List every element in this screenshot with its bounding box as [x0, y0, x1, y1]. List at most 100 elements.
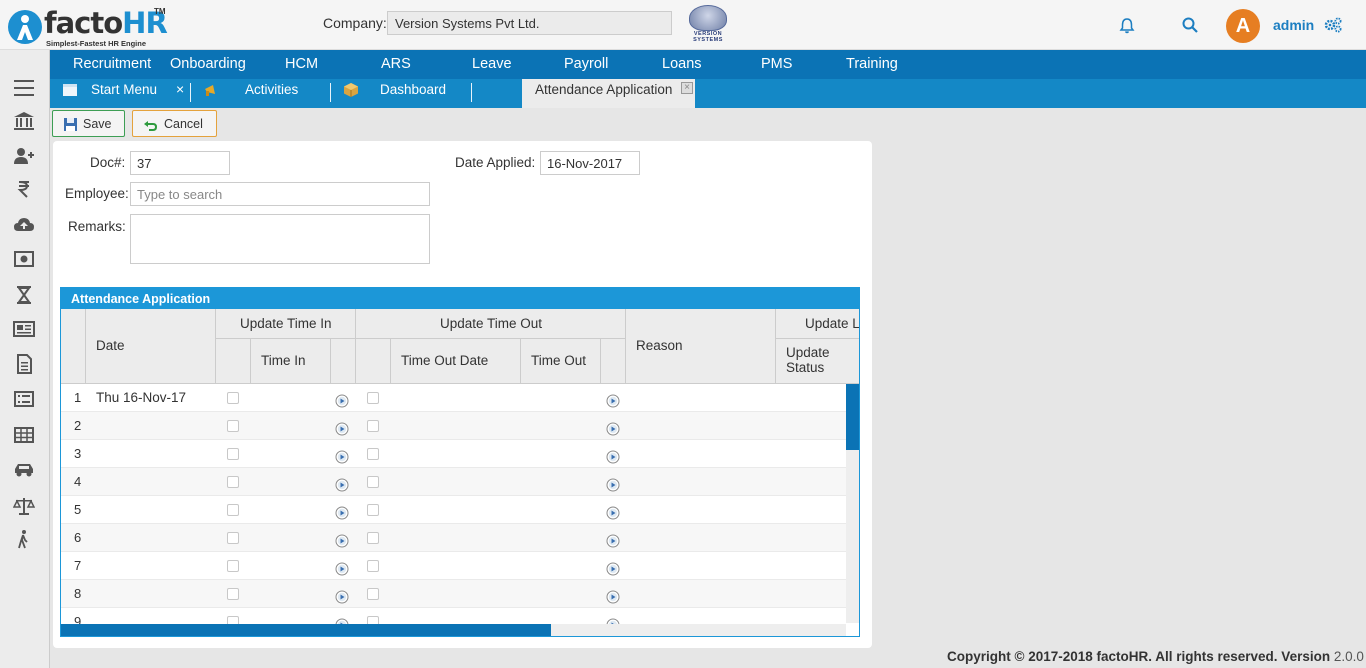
time-picker-icon[interactable] — [335, 450, 349, 464]
bank-icon[interactable] — [13, 111, 35, 131]
table-row[interactable]: 8 — [61, 580, 846, 608]
menu-item-hcm[interactable]: HCM — [285, 56, 318, 72]
save-button[interactable]: Save — [52, 110, 125, 137]
grid-header-time-in[interactable]: Time In — [251, 339, 331, 384]
time-picker-icon[interactable] — [606, 590, 620, 604]
car-icon[interactable] — [13, 459, 35, 479]
update-time-in-checkbox[interactable] — [227, 476, 239, 488]
avatar[interactable]: A — [1226, 9, 1260, 43]
username[interactable]: admin — [1273, 17, 1314, 33]
table-row[interactable]: 5 — [61, 496, 846, 524]
time-picker-icon[interactable] — [606, 422, 620, 436]
cloud-upload-icon[interactable] — [13, 215, 35, 235]
update-time-out-checkbox[interactable] — [367, 476, 379, 488]
walking-person-icon[interactable] — [13, 529, 35, 549]
table-icon[interactable] — [13, 425, 35, 445]
menu-item-payroll[interactable]: Payroll — [564, 56, 608, 72]
grid-horizontal-scrollbar[interactable] — [61, 624, 846, 636]
update-time-out-checkbox[interactable] — [367, 420, 379, 432]
tab-dashboard[interactable]: Dashboard — [331, 79, 521, 108]
row-date[interactable]: Thu 16-Nov-17 — [96, 390, 186, 405]
company-select[interactable]: Version Systems Pvt Ltd. — [387, 11, 672, 35]
menu-item-recruitment[interactable]: Recruitment — [73, 56, 151, 72]
update-time-out-checkbox[interactable] — [367, 504, 379, 516]
remarks-label: Remarks: — [68, 219, 126, 234]
grid-vertical-scrollbar[interactable] — [846, 384, 859, 623]
time-picker-icon[interactable] — [606, 478, 620, 492]
facto-hr-logo[interactable]: factoHR TM Simplest-Fastest HR Engine — [6, 6, 168, 48]
update-time-out-checkbox[interactable] — [367, 392, 379, 404]
employee-search-input[interactable] — [130, 182, 430, 206]
newspaper-icon[interactable] — [13, 319, 35, 339]
hourglass-icon[interactable] — [13, 285, 35, 305]
grid-header-time-out[interactable]: Time Out — [521, 339, 601, 384]
table-row[interactable]: 2 — [61, 412, 846, 440]
table-row[interactable]: 6 — [61, 524, 846, 552]
balance-scale-icon[interactable] — [12, 496, 36, 516]
table-row[interactable]: 4 — [61, 468, 846, 496]
menu-item-leave[interactable]: Leave — [472, 56, 512, 72]
menu-item-onboarding[interactable]: Onboarding — [170, 56, 246, 72]
update-time-in-checkbox[interactable] — [227, 392, 239, 404]
rupee-icon[interactable] — [13, 179, 35, 199]
row-number: 7 — [74, 558, 82, 573]
cancel-button[interactable]: Cancel — [132, 110, 217, 137]
horizontal-scroll-thumb[interactable] — [61, 624, 551, 636]
update-time-in-checkbox[interactable] — [227, 532, 239, 544]
document-icon[interactable] — [13, 354, 35, 374]
time-picker-icon[interactable] — [335, 478, 349, 492]
date-applied-field[interactable] — [540, 151, 640, 175]
time-picker-icon[interactable] — [335, 590, 349, 604]
logo-tagline: Simplest-Fastest HR Engine — [46, 39, 147, 48]
update-time-in-checkbox[interactable] — [227, 560, 239, 572]
doc-number-field[interactable] — [130, 151, 230, 175]
close-icon[interactable]: × — [176, 81, 184, 97]
menu-item-pms[interactable]: PMS — [761, 56, 792, 72]
close-icon[interactable]: × — [681, 82, 693, 94]
gears-icon[interactable] — [1323, 16, 1343, 34]
grid-header-reason[interactable]: Reason — [626, 309, 776, 384]
floppy-disk-icon — [63, 117, 78, 132]
grid-header-update-status[interactable]: Update Status — [776, 339, 859, 384]
menu-item-training[interactable]: Training — [846, 56, 898, 72]
menu-item-loans[interactable]: Loans — [662, 56, 702, 72]
menu-item-ars[interactable]: ARS — [381, 56, 411, 72]
row-number: 2 — [74, 418, 82, 433]
update-time-in-checkbox[interactable] — [227, 448, 239, 460]
add-user-icon[interactable] — [13, 146, 35, 166]
list-icon[interactable] — [13, 389, 35, 409]
update-time-out-checkbox[interactable] — [367, 560, 379, 572]
tab-attendance-application[interactable]: Attendance Application × — [522, 79, 695, 108]
time-picker-icon[interactable] — [606, 506, 620, 520]
grid-header-update-leave[interactable]: Update L — [776, 309, 859, 339]
vertical-scroll-thumb[interactable] — [846, 384, 859, 450]
time-picker-icon[interactable] — [606, 450, 620, 464]
tab-start-menu[interactable]: Start Menu — [50, 79, 190, 108]
remarks-textarea[interactable] — [130, 214, 430, 264]
time-picker-icon[interactable] — [335, 506, 349, 520]
update-time-in-checkbox[interactable] — [227, 588, 239, 600]
table-row[interactable]: 1 Thu 16-Nov-17 — [61, 384, 846, 412]
time-picker-icon[interactable] — [335, 562, 349, 576]
time-picker-icon[interactable] — [335, 394, 349, 408]
time-picker-icon[interactable] — [606, 394, 620, 408]
update-time-out-checkbox[interactable] — [367, 448, 379, 460]
table-row[interactable]: 7 — [61, 552, 846, 580]
search-icon[interactable] — [1181, 16, 1199, 34]
grid-header-update-time-out[interactable]: Update Time Out — [356, 309, 626, 339]
hamburger-menu-icon[interactable] — [13, 78, 35, 98]
grid-header-time-out-date[interactable]: Time Out Date — [391, 339, 521, 384]
time-picker-icon[interactable] — [606, 562, 620, 576]
update-time-in-checkbox[interactable] — [227, 504, 239, 516]
update-time-out-checkbox[interactable] — [367, 532, 379, 544]
bell-icon[interactable] — [1118, 17, 1136, 35]
time-picker-icon[interactable] — [606, 534, 620, 548]
update-time-in-checkbox[interactable] — [227, 420, 239, 432]
grid-header-update-time-in[interactable]: Update Time In — [216, 309, 356, 339]
table-row[interactable]: 3 — [61, 440, 846, 468]
grid-header-date[interactable]: Date — [86, 309, 216, 384]
money-icon[interactable] — [13, 249, 35, 269]
update-time-out-checkbox[interactable] — [367, 588, 379, 600]
time-picker-icon[interactable] — [335, 534, 349, 548]
time-picker-icon[interactable] — [335, 422, 349, 436]
